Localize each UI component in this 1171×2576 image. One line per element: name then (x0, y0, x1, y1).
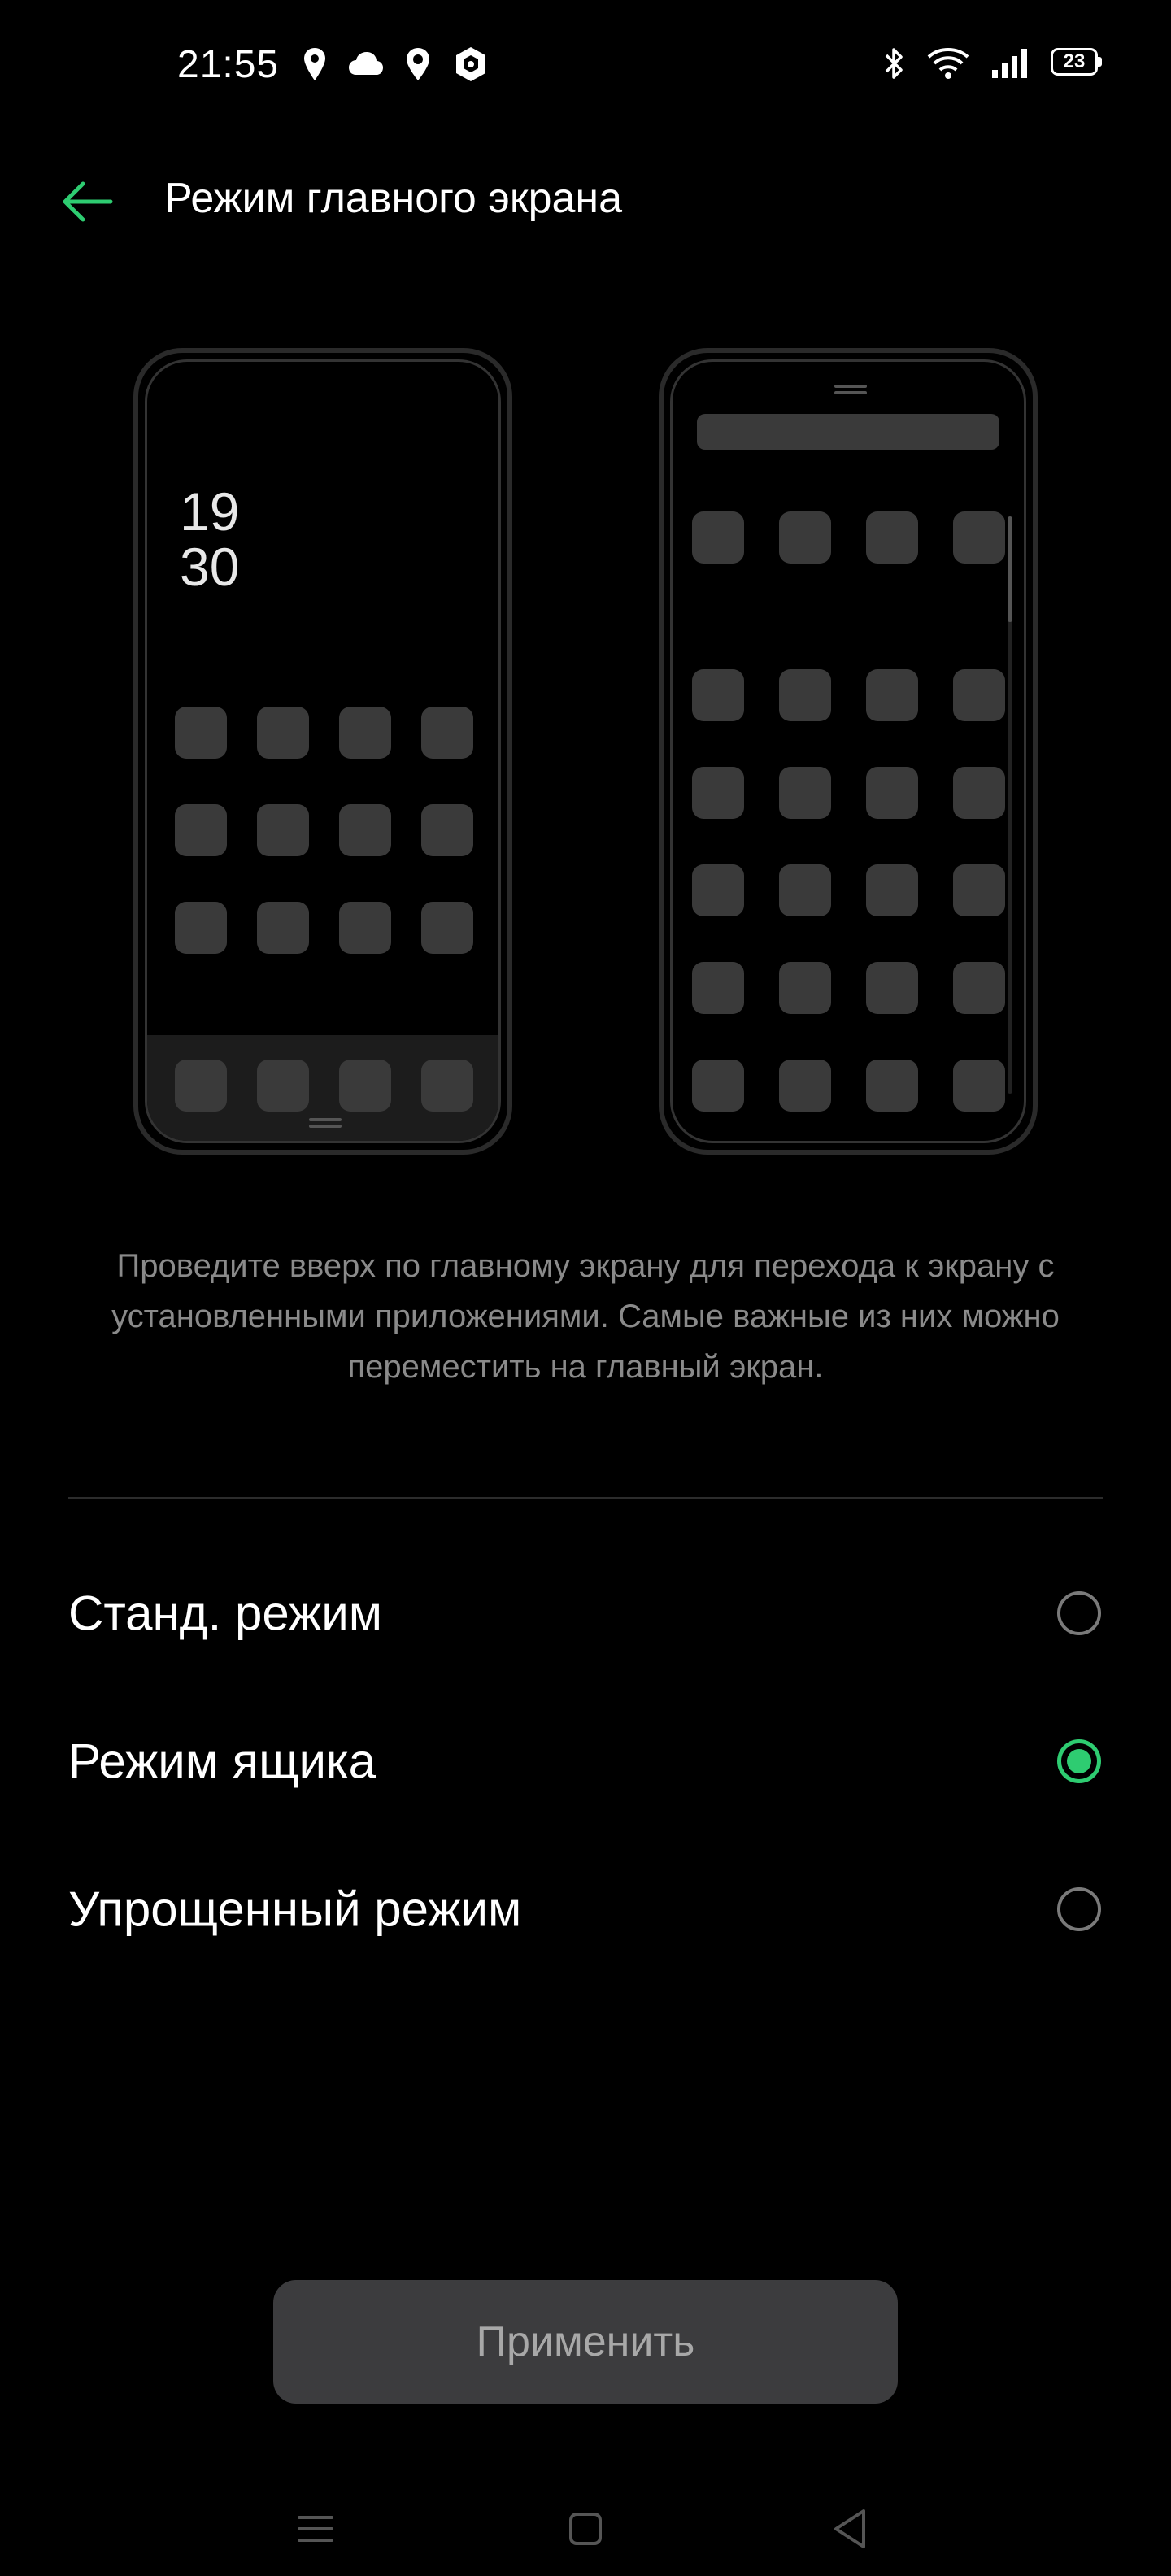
option-drawer-mode[interactable]: Режим ящика (0, 1688, 1171, 1834)
preview-app-tile (779, 1060, 831, 1112)
preview-app-tile (257, 804, 309, 856)
back-button[interactable] (59, 177, 115, 226)
preview-app-tile (692, 669, 744, 721)
preview-app-tile (421, 1060, 473, 1112)
wifi-icon (927, 48, 969, 79)
preview-app-tile (692, 962, 744, 1014)
preview-drawer-mode (659, 348, 1038, 1155)
radio-button-selected[interactable] (1057, 1739, 1101, 1783)
bluetooth-icon (885, 48, 903, 79)
status-right-icons: 23 (883, 46, 1104, 81)
clock-hour: 19 (180, 481, 240, 542)
preview-app-tile (953, 1060, 1005, 1112)
radio-button[interactable] (1057, 1887, 1101, 1931)
preview-app-tile (953, 864, 1005, 916)
preview-drawer-screen (670, 359, 1026, 1143)
nav-back-button[interactable] (818, 2496, 883, 2561)
battery-level: 23 (1063, 50, 1086, 72)
battery-icon: 23 (1051, 48, 1104, 79)
preview-app-tile (692, 511, 744, 564)
preview-app-tile (866, 511, 918, 564)
preview-app-tile (866, 767, 918, 819)
preview-app-tile (692, 864, 744, 916)
status-left-icons (303, 46, 490, 83)
location-pin-icon (407, 48, 429, 80)
preview-search-bar (697, 414, 999, 450)
preview-app-tile (866, 864, 918, 916)
option-label: Режим ящика (68, 1734, 376, 1789)
preview-handle (309, 1118, 342, 1121)
option-label: Упрощенный режим (68, 1882, 522, 1937)
page-title: Режим главного экрана (164, 175, 623, 222)
preview-app-tile (257, 707, 309, 759)
cellular-signal-icon (992, 49, 1027, 78)
home-icon (569, 2513, 602, 2545)
apply-button[interactable]: Применить (273, 2280, 898, 2404)
preview-app-tile (953, 767, 1005, 819)
mode-description: Проведите вверх по главному экрану для п… (111, 1248, 1060, 1385)
preview-handle (834, 385, 867, 388)
preview-app-tile (257, 902, 309, 954)
preview-app-tile (257, 1060, 309, 1112)
preview-scrollbar-thumb (1008, 516, 1012, 622)
preview-app-tile (175, 707, 227, 759)
preview-app-tile (339, 804, 391, 856)
app-header: Режим главного экрана (0, 163, 1171, 244)
preview-app-tile (779, 511, 831, 564)
preview-app-tile (866, 962, 918, 1014)
status-time: 21:55 (177, 43, 280, 86)
preview-app-tile (779, 864, 831, 916)
navigation-bar (0, 2480, 1171, 2576)
preview-app-tile (339, 707, 391, 759)
preview-app-tile (866, 1060, 918, 1112)
preview-app-tile (339, 902, 391, 954)
status-bar: 21:55 23 (0, 0, 1171, 130)
preview-standard-screen: 19 30 (145, 359, 501, 1143)
preview-app-tile (953, 511, 1005, 564)
preview-handle (309, 1125, 342, 1128)
menu-icon (298, 2516, 333, 2542)
cloud-icon (349, 52, 383, 75)
preview-app-tile (953, 962, 1005, 1014)
preview-app-tile (339, 1060, 391, 1112)
menu-button[interactable] (283, 2496, 348, 2561)
home-button[interactable] (553, 2496, 618, 2561)
clock-minute: 30 (180, 537, 240, 597)
preview-app-tile (421, 902, 473, 954)
radio-button[interactable] (1057, 1591, 1101, 1635)
arrow-left-icon (63, 181, 113, 222)
preview-app-tile (175, 1060, 227, 1112)
preview-app-tile (779, 669, 831, 721)
divider (68, 1497, 1103, 1499)
preview-app-tile (779, 962, 831, 1014)
preview-app-tile (175, 804, 227, 856)
app-notification-icon (456, 47, 485, 81)
preview-app-tile (692, 767, 744, 819)
preview-standard-mode: 19 30 (133, 348, 512, 1155)
home-screen-mode-settings: 21:55 23 Режим главного экрана 19 30 Про… (0, 0, 1171, 2576)
preview-app-tile (175, 902, 227, 954)
preview-handle (834, 391, 867, 394)
preview-app-tile (953, 669, 1005, 721)
preview-app-tile (421, 707, 473, 759)
option-simple-mode[interactable]: Упрощенный режим (0, 1836, 1171, 1982)
back-triangle-icon (834, 2509, 865, 2548)
preview-clock: 19 30 (180, 484, 239, 594)
option-label: Станд. режим (68, 1586, 382, 1641)
option-standard-mode[interactable]: Станд. режим (0, 1540, 1171, 1686)
preview-app-tile (779, 767, 831, 819)
preview-app-tile (866, 669, 918, 721)
preview-app-tile (692, 1060, 744, 1112)
preview-app-tile (421, 804, 473, 856)
location-pin-icon (304, 48, 325, 80)
